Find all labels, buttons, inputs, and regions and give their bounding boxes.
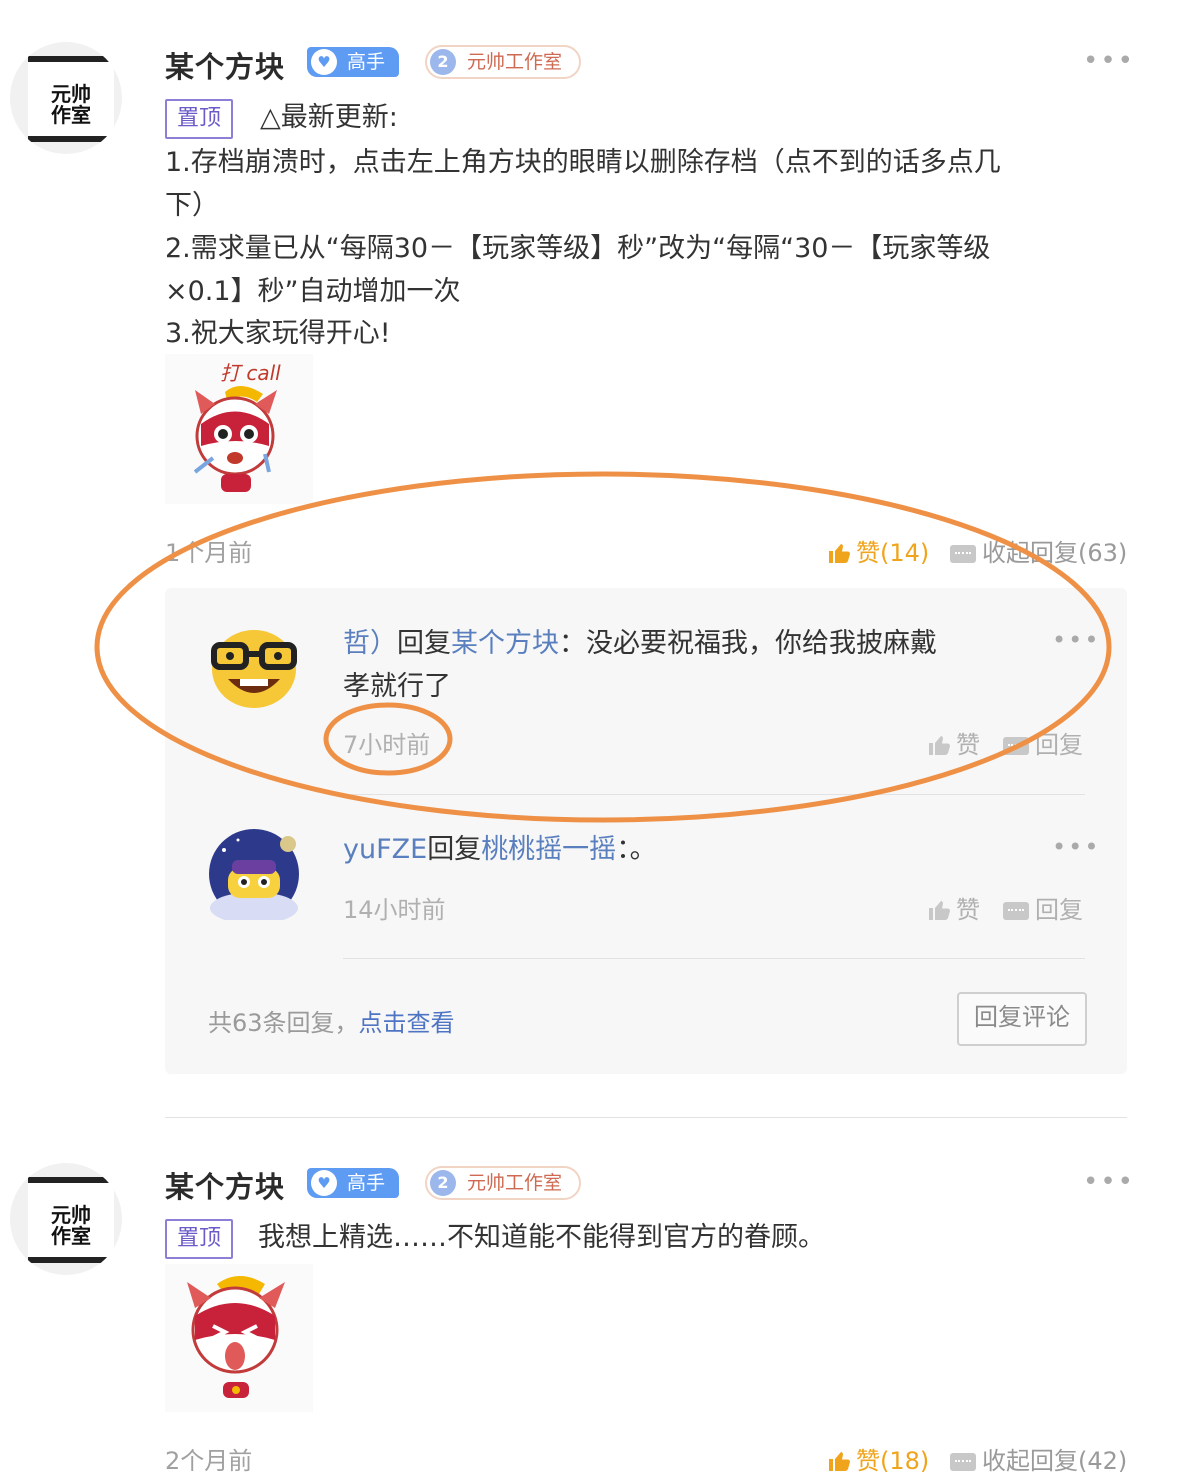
like-count: 赞(18) [856,1447,930,1475]
studio-badge[interactable]: 2 元帅工作室 [425,1166,581,1200]
annotation-oval-large [94,471,1112,823]
fox-sticker-icon [187,1276,285,1398]
like-button[interactable]: 赞(18) [828,1441,929,1476]
more-options-icon[interactable]: ••• [1083,1167,1135,1197]
collapse-replies-label: 收起回复(42) [982,1447,1128,1475]
level-badge-label: 高手 [347,1172,386,1194]
comment-text: 我想上精选……不知道能不能得到官方的眷顾。 [258,1222,825,1253]
studio-badge-number: 2 [430,1170,456,1196]
comment-timestamp: 2个月前 [165,1447,253,1475]
level-badge: ♥ 高手 [307,1168,399,1198]
pinned-tag: 置顶 [165,1219,234,1259]
annotation-oval-small [323,702,453,776]
studio-badge-label: 元帅工作室 [467,1172,563,1194]
comment-author[interactable]: 某个方块 [165,1164,285,1206]
user-avatar[interactable]: 元帅 作室 [10,1163,122,1275]
sticker-image[interactable] [165,1264,313,1412]
comment-bubble-icon [950,1453,976,1471]
annotation-overlay [94,471,1112,823]
badge-heart-icon: ♥ [311,1170,337,1196]
thumbs-up-icon [828,1450,850,1472]
collapse-replies-button[interactable]: 收起回复(42) [950,1441,1127,1476]
avatar-logo-text: 元帅 作室 [51,1203,91,1248]
